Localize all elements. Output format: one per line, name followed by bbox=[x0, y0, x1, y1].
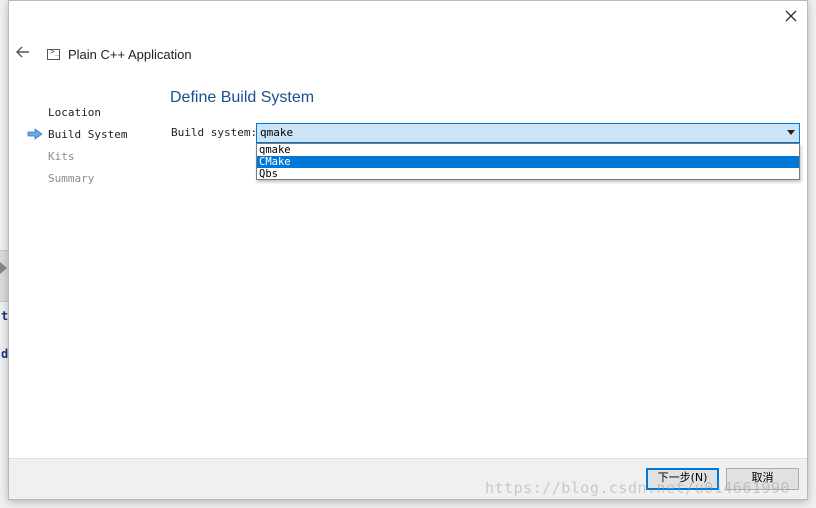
step-summary: Summary bbox=[25, 171, 165, 193]
build-system-combobox[interactable]: qmake bbox=[256, 123, 800, 143]
dialog-footer: 下一步(N) 取消 bbox=[9, 458, 807, 499]
option-qmake[interactable]: qmake bbox=[257, 144, 799, 156]
step-kits: Kits bbox=[25, 149, 165, 171]
new-project-wizard-dialog: >_ Plain C++ Application Location Build … bbox=[8, 0, 808, 500]
wizard-steps: Location Build System Kits Summary bbox=[25, 105, 165, 193]
background-play-icon bbox=[0, 262, 7, 274]
cancel-button[interactable]: 取消 bbox=[726, 468, 799, 490]
step-label: Summary bbox=[48, 172, 95, 185]
next-button[interactable]: 下一步(N) bbox=[646, 468, 719, 490]
step-label: Build System bbox=[48, 128, 128, 141]
step-label: Kits bbox=[48, 150, 75, 163]
option-cmake[interactable]: CMake bbox=[257, 156, 799, 168]
window-title: Plain C++ Application bbox=[68, 47, 192, 62]
step-location: Location bbox=[25, 105, 165, 127]
option-qbs[interactable]: Qbs bbox=[257, 168, 799, 180]
close-icon bbox=[785, 10, 797, 22]
back-arrow-icon bbox=[16, 46, 29, 58]
combobox-value: qmake bbox=[260, 126, 294, 139]
step-label: Location bbox=[48, 106, 101, 119]
build-system-dropdown-list: qmake CMake Qbs bbox=[256, 143, 800, 180]
current-step-arrow-icon bbox=[27, 128, 43, 140]
terminal-icon: >_ bbox=[47, 47, 60, 60]
page-heading: Define Build System bbox=[170, 89, 315, 106]
step-build-system: Build System bbox=[25, 127, 165, 149]
back-button[interactable] bbox=[15, 45, 33, 61]
chevron-down-icon bbox=[787, 130, 795, 135]
build-system-label: Build system: bbox=[171, 126, 258, 139]
close-button[interactable] bbox=[779, 5, 803, 27]
